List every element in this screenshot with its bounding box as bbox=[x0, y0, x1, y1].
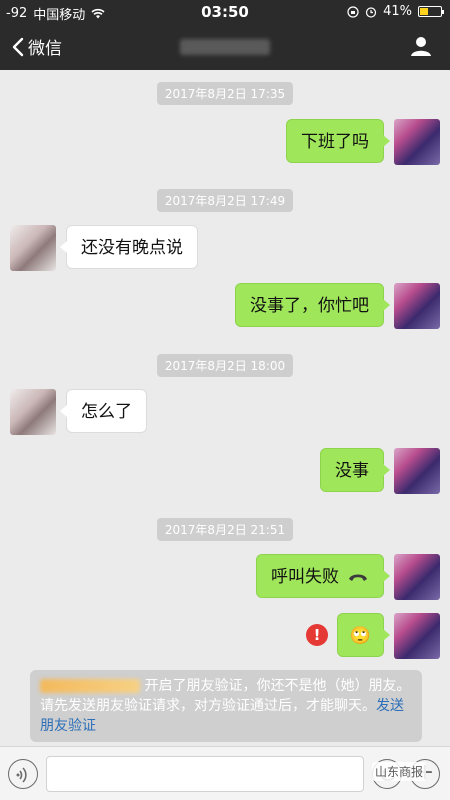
timestamp: 2017年8月2日 17:35 bbox=[0, 82, 450, 105]
blurred-name bbox=[40, 679, 140, 693]
chat-nav: 微信 bbox=[0, 24, 450, 70]
message-bubble-me[interactable]: 🙄 bbox=[336, 613, 391, 657]
battery-fill bbox=[420, 8, 428, 15]
status-bar: -92 中国移动 03:50 41% bbox=[0, 0, 450, 24]
avatar-me[interactable] bbox=[394, 283, 440, 329]
call-failed-label: 呼叫失败 bbox=[271, 567, 339, 587]
voice-icon bbox=[16, 767, 27, 783]
avatar-me[interactable] bbox=[394, 613, 440, 659]
message-bubble-me[interactable]: 没事 bbox=[320, 448, 390, 492]
chat-area: 2017年8月2日 17:35 下班了吗 2017年8月2日 17:49 还没有… bbox=[0, 70, 450, 746]
avatar-contact[interactable] bbox=[10, 225, 56, 271]
emoji-message: 🙄 bbox=[349, 626, 371, 646]
back-label: 微信 bbox=[28, 39, 62, 59]
phone-hangup-icon bbox=[349, 574, 367, 581]
profile-button[interactable] bbox=[410, 35, 432, 61]
message-bubble-contact[interactable]: 还没有晚点说 bbox=[60, 225, 198, 269]
person-icon bbox=[411, 37, 431, 56]
voice-button[interactable] bbox=[8, 759, 38, 789]
status-right: 41% bbox=[347, 4, 444, 19]
battery-percent: 41% bbox=[383, 4, 412, 19]
message-bubble-me[interactable]: 下班了吗 bbox=[286, 119, 390, 163]
send-failed-icon[interactable]: ! bbox=[306, 624, 328, 646]
message-bubble-contact[interactable]: 怎么了 bbox=[60, 389, 147, 433]
timestamp: 2017年8月2日 21:51 bbox=[0, 518, 450, 541]
alarm-icon bbox=[365, 6, 377, 18]
message-bubble-me[interactable]: 没事了，你忙吧 bbox=[235, 283, 390, 327]
timestamp: 2017年8月2日 18:00 bbox=[0, 354, 450, 377]
avatar-me[interactable] bbox=[394, 448, 440, 494]
avatar-contact[interactable] bbox=[10, 389, 56, 435]
avatar-me[interactable] bbox=[394, 554, 440, 600]
back-button[interactable]: 微信 bbox=[12, 34, 62, 59]
chevron-left-icon bbox=[12, 37, 24, 56]
avatar-me[interactable] bbox=[394, 119, 440, 165]
contact-name-blurred bbox=[180, 39, 270, 55]
rotation-lock-icon bbox=[347, 5, 359, 18]
call-failed-bubble[interactable]: 呼叫失败 bbox=[256, 554, 390, 598]
timestamp: 2017年8月2日 17:49 bbox=[0, 189, 450, 212]
message-input[interactable] bbox=[46, 756, 364, 792]
top-bar: -92 中国移动 03:50 41% 微信 bbox=[0, 0, 450, 70]
friend-verification-notice: 开启了朋友验证，你还不是他（她）朋友。请先发送朋友验证请求，对方验证通过后，才能… bbox=[30, 670, 422, 742]
battery-icon bbox=[418, 6, 444, 17]
watermark: 山东商报 bbox=[372, 762, 427, 781]
